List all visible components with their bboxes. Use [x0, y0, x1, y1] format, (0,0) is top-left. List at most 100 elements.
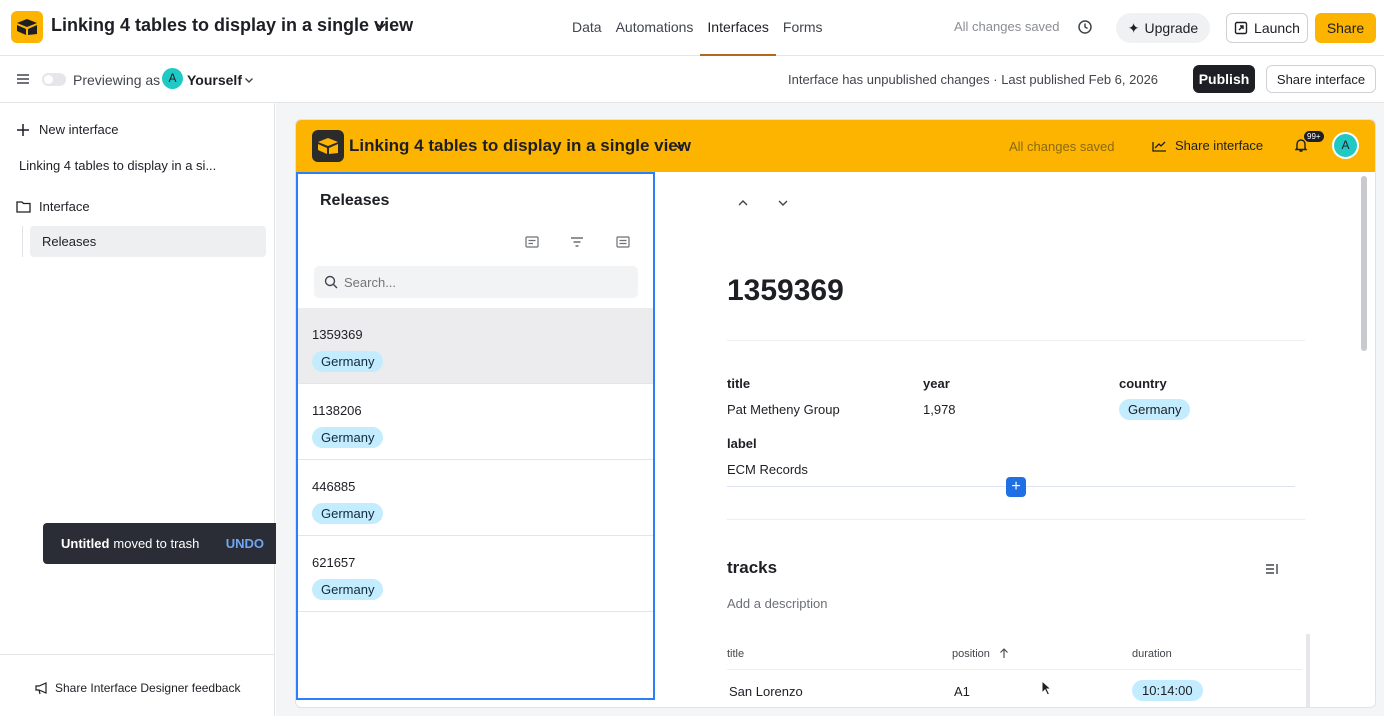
interface-title[interactable]: Linking 4 tables to display in a single …: [349, 136, 691, 156]
nav-forms[interactable]: Forms: [776, 0, 830, 56]
undo-button[interactable]: UNDO: [226, 536, 264, 551]
airtable-logo-icon: [318, 138, 338, 154]
record-heading: 1359369: [727, 274, 844, 307]
nav-automations[interactable]: Automations: [609, 0, 701, 56]
main-nav: Data Automations Interfaces Forms: [565, 0, 830, 56]
record-detail: 1359369 title Pat Metheny Group year 1,9…: [655, 172, 1375, 707]
chevron-down-icon[interactable]: [776, 196, 790, 210]
divider: [727, 340, 1305, 341]
feedback-link[interactable]: Share Interface Designer feedback: [35, 681, 240, 695]
preview-bar: Previewing as A Yourself Interface has u…: [0, 56, 1384, 103]
feedback-label: Share Interface Designer feedback: [55, 681, 241, 695]
new-interface-button[interactable]: New interface: [16, 122, 118, 137]
avatar[interactable]: A: [1332, 132, 1359, 159]
new-interface-label: New interface: [39, 122, 119, 137]
toast-notification: Untitled moved to trash UNDO: [43, 523, 282, 564]
scrollbar[interactable]: [1361, 176, 1367, 351]
sort-list-icon[interactable]: [1264, 561, 1280, 577]
sidebar-base-name[interactable]: Linking 4 tables to display in a si...: [19, 158, 216, 173]
base-title[interactable]: Linking 4 tables to display in a single …: [51, 15, 413, 36]
interface-frame: Linking 4 tables to display in a single …: [295, 119, 1376, 708]
list-item[interactable]: 1138206 Germany: [298, 384, 653, 460]
launch-label: Launch: [1254, 20, 1300, 36]
preview-toggle[interactable]: [42, 73, 66, 86]
list-item[interactable]: 1359369 Germany: [298, 308, 653, 384]
plus-icon: [17, 123, 29, 136]
top-bar: Linking 4 tables to display in a single …: [0, 0, 1384, 56]
saved-status: All changes saved: [954, 19, 1060, 34]
chevron-up-icon[interactable]: [736, 196, 750, 210]
country-pill: Germany: [312, 579, 384, 600]
share-interface-button[interactable]: Share interface: [1266, 65, 1376, 93]
list-item[interactable]: 621657 Germany: [298, 536, 653, 612]
layout-icon[interactable]: [615, 234, 631, 250]
history-icon[interactable]: [1077, 19, 1093, 35]
chevron-down-icon[interactable]: [243, 74, 255, 86]
record-id: 621657: [312, 555, 356, 570]
avatar[interactable]: A: [162, 68, 183, 89]
field-label-title: title: [727, 376, 751, 391]
table-scrollbar[interactable]: [1306, 634, 1310, 707]
field-value-year[interactable]: 1,978: [923, 402, 956, 417]
sidebar-item-releases[interactable]: Releases: [30, 226, 266, 257]
interface-header: Linking 4 tables to display in a single …: [296, 120, 1375, 172]
toast-bold: Untitled: [61, 536, 110, 551]
feedback-section: Share Interface Designer feedback: [0, 654, 275, 716]
menu-icon[interactable]: [16, 72, 30, 86]
trend-up-icon: [1152, 141, 1166, 152]
chevron-down-icon[interactable]: [374, 19, 388, 33]
share-button[interactable]: Share: [1315, 13, 1376, 43]
arrow-up-icon: [1000, 648, 1008, 658]
chevron-down-icon[interactable]: [673, 140, 685, 152]
upgrade-label: Upgrade: [1144, 20, 1199, 36]
country-pill: Germany: [312, 503, 384, 524]
list-title: Releases: [320, 192, 390, 209]
sidebar-folder[interactable]: Interface: [16, 199, 90, 214]
field-value-country[interactable]: Germany: [1119, 399, 1191, 420]
toast-text: moved to trash: [113, 536, 200, 551]
record-id: 446885: [312, 479, 356, 494]
divider: [727, 519, 1305, 520]
search-input[interactable]: [344, 266, 624, 298]
customize-icon[interactable]: [524, 234, 540, 250]
list-item[interactable]: 446885 Germany: [298, 460, 653, 536]
column-header-duration[interactable]: duration: [1132, 648, 1172, 660]
cell-title[interactable]: San Lorenzo: [729, 684, 803, 699]
nav-interfaces[interactable]: Interfaces: [700, 0, 776, 56]
field-value-title[interactable]: Pat Metheny Group: [727, 402, 840, 417]
sidebar: New interface Linking 4 tables to displa…: [0, 103, 275, 716]
tracks-heading: tracks: [727, 558, 778, 577]
tree-line: [22, 226, 23, 257]
nav-data[interactable]: Data: [565, 0, 609, 56]
preview-user[interactable]: Yourself: [187, 72, 242, 88]
field-label-country: country: [1119, 376, 1167, 391]
add-field-button[interactable]: +: [1006, 477, 1026, 497]
field-label-year: year: [923, 376, 950, 391]
interface-share-button[interactable]: Share interface: [1152, 138, 1263, 153]
notification-badge: 99+: [1304, 131, 1324, 142]
sidebar-folder-label: Interface: [39, 199, 90, 214]
cell-position[interactable]: A1: [954, 684, 970, 699]
upgrade-button[interactable]: ✦ Upgrade: [1116, 13, 1210, 43]
column-header-title[interactable]: title: [727, 648, 744, 660]
record-list: Releases 1359369 Germany 1138206 Germany…: [296, 172, 655, 700]
search-icon: [324, 275, 338, 289]
tracks-description[interactable]: Add a description: [727, 596, 827, 611]
airtable-logo-icon: [17, 19, 37, 35]
divider: [727, 669, 1302, 670]
app-logo[interactable]: [11, 11, 43, 43]
field-value-label[interactable]: ECM Records: [727, 462, 808, 477]
preview-label: Previewing as: [73, 72, 161, 88]
cell-duration[interactable]: 10:14:00: [1132, 680, 1203, 701]
interface-logo[interactable]: [312, 130, 344, 162]
record-id: 1138206: [312, 403, 362, 418]
megaphone-icon: [35, 681, 47, 694]
mouse-cursor-icon: [1041, 680, 1053, 696]
filter-icon[interactable]: [569, 234, 585, 250]
search-box: [314, 266, 638, 298]
column-header-position[interactable]: position: [952, 648, 990, 660]
publish-status: Interface has unpublished changes · Last…: [788, 72, 1159, 87]
record-id: 1359369: [312, 327, 363, 342]
launch-button[interactable]: Launch: [1226, 13, 1308, 43]
publish-button[interactable]: Publish: [1193, 65, 1255, 93]
